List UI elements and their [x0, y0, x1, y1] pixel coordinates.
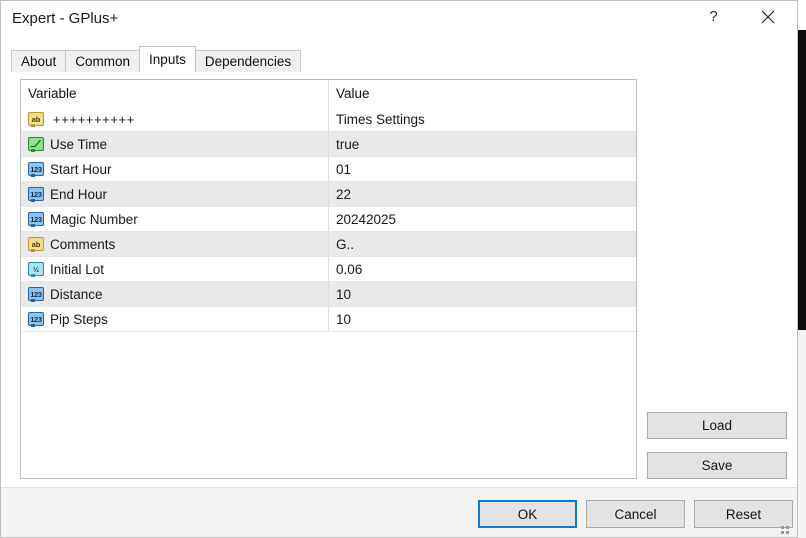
double-type-icon: ½ [28, 261, 44, 277]
save-button[interactable]: Save [647, 452, 787, 479]
value-cell[interactable]: true [329, 132, 636, 156]
value-cell[interactable]: 0.06 [329, 257, 636, 281]
int-type-icon: 123 [28, 186, 44, 202]
int-type-icon: 123 [28, 286, 44, 302]
string-type-icon: ab [28, 111, 44, 127]
variable-cell: ½ Initial Lot [21, 257, 329, 281]
column-header-variable: Variable [21, 80, 329, 107]
tab-inputs[interactable]: Inputs [139, 46, 196, 72]
variable-cell: 123 Distance [21, 282, 329, 306]
column-header-value: Value [336, 86, 370, 101]
table-row[interactable]: 123 Distance 10 [21, 282, 636, 307]
variable-cell: 123 Pip Steps [21, 307, 329, 331]
close-icon [761, 10, 775, 24]
variable-label: Magic Number [50, 211, 138, 227]
reset-button[interactable]: Reset [694, 500, 793, 528]
value-cell[interactable]: 20242025 [329, 207, 636, 231]
string-type-icon: ab [28, 236, 44, 252]
variable-cell: 123 Start Hour [21, 157, 329, 181]
value-cell[interactable]: 22 [329, 182, 636, 206]
value-cell[interactable]: 10 [329, 282, 636, 306]
value-cell[interactable]: G.. [329, 232, 636, 256]
int-type-icon: 123 [28, 311, 44, 327]
window-title: Expert - GPlus+ [12, 10, 119, 27]
load-button[interactable]: Load [647, 412, 787, 439]
expert-properties-dialog: Expert - GPlus+ ? About Common Inputs De… [0, 0, 798, 538]
variable-label: Start Hour [50, 161, 112, 177]
question-mark-icon: ? [709, 8, 718, 25]
inputs-grid[interactable]: Variable Value ab ++++++++++ Times Setti… [20, 79, 637, 479]
tab-common[interactable]: Common [65, 50, 141, 72]
variable-cell: Use Time [21, 132, 329, 156]
table-row[interactable]: 123 End Hour 22 [21, 182, 636, 207]
cancel-button[interactable]: Cancel [586, 500, 685, 528]
tab-strip: About Common Inputs Dependencies [11, 46, 302, 72]
variable-cell: 123 Magic Number [21, 207, 329, 231]
variable-cell: ab ++++++++++ [21, 107, 329, 131]
grid-header-row: Variable Value [21, 80, 636, 107]
bool-type-icon [28, 136, 44, 152]
tab-about[interactable]: About [11, 50, 67, 72]
table-row[interactable]: ½ Initial Lot 0.06 [21, 257, 636, 282]
variable-label: Initial Lot [50, 261, 105, 277]
variable-label: Pip Steps [50, 311, 108, 327]
table-row[interactable]: Use Time true [21, 132, 636, 157]
table-row[interactable]: 123 Start Hour 01 [21, 157, 636, 182]
help-button[interactable]: ? [691, 1, 736, 32]
table-row[interactable]: ab ++++++++++ Times Settings [21, 107, 636, 132]
int-type-icon: 123 [28, 161, 44, 177]
resize-grip[interactable] [781, 522, 793, 534]
table-row[interactable]: 123 Pip Steps 10 [21, 307, 636, 332]
int-type-icon: 123 [28, 211, 44, 227]
dialog-footer: OK Cancel Reset [1, 487, 797, 537]
table-row[interactable]: 123 Magic Number 20242025 [21, 207, 636, 232]
close-button[interactable] [745, 1, 790, 32]
variable-cell: ab Comments [21, 232, 329, 256]
variable-cell: 123 End Hour [21, 182, 329, 206]
grid-empty-area [21, 332, 636, 478]
variable-label: End Hour [50, 186, 108, 202]
title-bar: Expert - GPlus+ ? [1, 1, 797, 39]
value-cell[interactable]: 10 [329, 307, 636, 331]
variable-label: Distance [50, 286, 103, 302]
variable-label: Use Time [50, 136, 108, 152]
variable-label: Comments [50, 236, 116, 252]
ok-button[interactable]: OK [478, 500, 577, 528]
tab-dependencies[interactable]: Dependencies [194, 50, 302, 72]
table-row[interactable]: ab Comments G.. [21, 232, 636, 257]
value-cell[interactable]: 01 [329, 157, 636, 181]
variable-label: ++++++++++ [53, 111, 135, 127]
value-cell[interactable]: Times Settings [329, 107, 636, 131]
